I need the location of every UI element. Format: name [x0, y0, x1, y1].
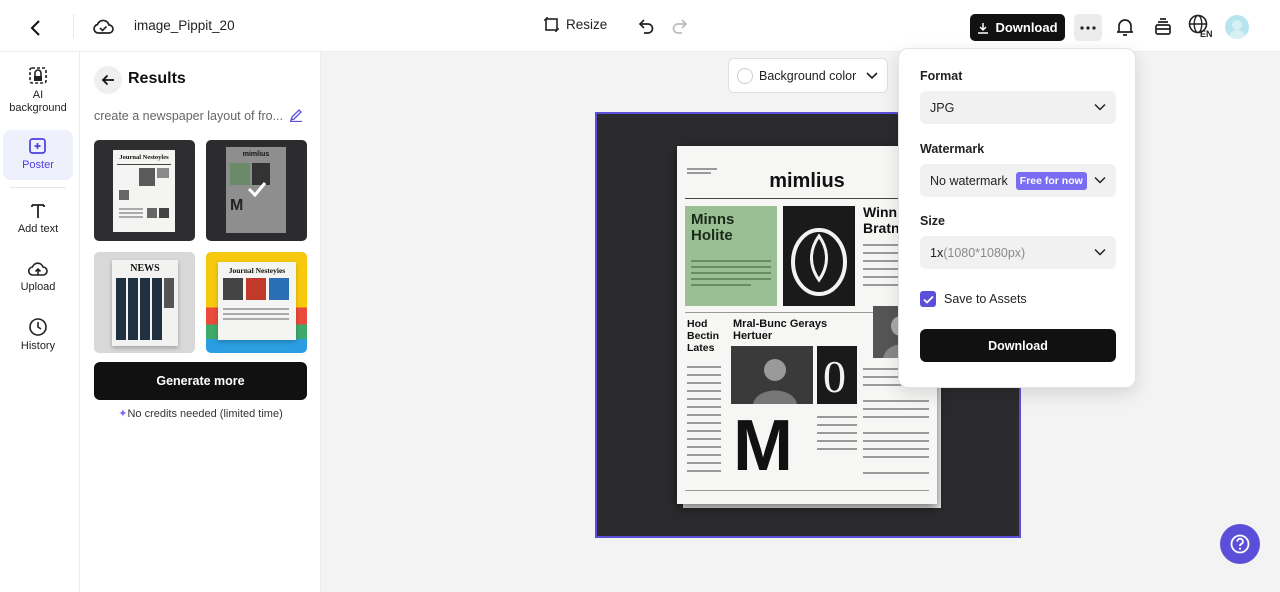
thumbnail-title: Journal Nesteyies [228, 266, 286, 275]
rail-item-poster[interactable]: Poster [3, 130, 73, 180]
rail-item-ai-background[interactable]: AI background [3, 64, 73, 120]
redo-icon [672, 19, 688, 34]
top-bar: image_Pippit_20 Resize Download EN [0, 0, 1280, 52]
newspaper-green-block: Minns Holite [685, 206, 777, 306]
newspaper-zero-block: 0 [817, 346, 857, 404]
redo-button[interactable] [670, 16, 690, 36]
newspaper-logo-block [783, 206, 855, 306]
newspaper-headline-mid: Mral-Bunc Gerays Hertuer [733, 318, 828, 342]
undo-button[interactable] [636, 16, 656, 36]
format-select[interactable]: JPG [920, 91, 1116, 124]
credits-note-text: No credits needed (limited time) [127, 408, 283, 420]
watermark-select[interactable]: No watermark Free for now [920, 164, 1116, 197]
download-icon [978, 22, 989, 34]
history-icon [29, 318, 47, 336]
pencil-icon [289, 109, 302, 123]
rail-label: Upload [20, 281, 56, 293]
chevron-down-icon [866, 72, 878, 80]
results-back-button[interactable] [94, 66, 122, 94]
ai-background-icon [29, 67, 47, 84]
more-button[interactable] [1074, 14, 1102, 41]
download-button[interactable]: Download [970, 14, 1065, 41]
thumbnail-paper: NEWS [112, 260, 178, 346]
download-label: Download [995, 20, 1058, 35]
format-label: Format [920, 69, 963, 83]
save-to-assets-checkbox[interactable] [920, 291, 936, 307]
undo-icon [638, 19, 654, 34]
thumbnail-title: Journal Nestoyles [119, 154, 169, 161]
text-icon [31, 204, 45, 218]
generate-more-button[interactable]: Generate more [94, 362, 307, 400]
language-button[interactable]: EN [1188, 14, 1216, 40]
size-select[interactable]: 1x (1080*1080px) [920, 236, 1116, 269]
newspaper-headline-green: Minns Holite [691, 211, 735, 244]
poster-icon [29, 138, 46, 154]
size-label: Size [920, 214, 946, 228]
resize-label: Resize [566, 17, 608, 32]
left-rail: AI background Poster Add text Upload His… [0, 52, 80, 592]
size-value: 1x [930, 245, 944, 260]
rail-label: AI background [9, 89, 67, 114]
thumbnail-paper: Journal Nesteyies [218, 262, 296, 340]
avatar[interactable] [1225, 15, 1249, 39]
download-options-panel: Format JPG Watermark No watermark Free f… [898, 48, 1136, 388]
rail-item-upload[interactable]: Upload [3, 260, 73, 298]
rail-label: Add text [17, 223, 59, 235]
watermark-value: No watermark [930, 173, 1008, 188]
back-button[interactable] [22, 14, 50, 42]
assets-button[interactable] [1152, 16, 1174, 38]
edit-prompt-button[interactable] [289, 108, 305, 124]
more-icon [1080, 25, 1096, 30]
thumbnail-title: mimlius [242, 151, 270, 158]
free-badge: Free for now [1015, 171, 1087, 190]
checkmark-icon [247, 182, 267, 198]
results-panel: Results create a newspaper layout of fro… [80, 52, 321, 592]
rail-item-add-text[interactable]: Add text [3, 202, 73, 240]
results-title: Results [128, 70, 186, 87]
thumbnail-title: NEWS [130, 263, 160, 274]
resize-button[interactable]: Resize [543, 16, 607, 33]
resize-icon [544, 17, 559, 32]
chevron-down-icon [1094, 248, 1106, 256]
size-dimensions: (1080*1080px) [943, 245, 1026, 260]
divider [73, 14, 74, 38]
format-value: JPG [930, 100, 955, 115]
prompt-text: create a newspaper layout of fro... [94, 109, 283, 123]
project-title[interactable]: image_Pippit_20 [134, 18, 235, 33]
help-button[interactable] [1220, 524, 1260, 564]
color-swatch-icon [737, 67, 753, 84]
rail-label: History [20, 340, 56, 352]
confirm-download-button[interactable]: Download [920, 329, 1116, 362]
question-icon [1230, 534, 1250, 554]
background-color-button[interactable]: Background color [728, 58, 888, 93]
upload-icon [28, 262, 48, 276]
rail-divider [10, 187, 66, 188]
save-to-assets-label[interactable]: Save to Assets [944, 292, 1027, 306]
credits-note: ✦No credits needed (limited time) [94, 407, 307, 420]
chevron-left-icon [30, 20, 40, 36]
newspaper-zero: 0 [823, 351, 846, 402]
notification-button[interactable] [1114, 16, 1136, 38]
bell-icon [1117, 19, 1133, 36]
newspaper-headline-left: Hod Bectin Lates [687, 318, 720, 354]
layers-icon [1155, 18, 1171, 35]
rail-item-history[interactable]: History [3, 317, 73, 355]
thumbnail-paper: Journal Nestoyles [113, 150, 175, 232]
arrow-left-icon [101, 74, 114, 86]
chevron-down-icon [1094, 176, 1106, 184]
result-thumbnail[interactable]: Journal Nestoyles [94, 140, 195, 241]
check-icon [922, 295, 934, 304]
newspaper-big-letter: M [733, 406, 793, 486]
cloud-save-icon[interactable] [90, 14, 116, 40]
rail-label: Poster [22, 159, 54, 171]
language-label: EN [1200, 29, 1213, 39]
background-color-label: Background color [759, 68, 857, 83]
canvas-area: Background color mimlius Minns Holite Wi… [321, 52, 1280, 592]
result-thumbnail[interactable]: NEWS [94, 252, 195, 353]
watermark-label: Watermark [920, 142, 985, 156]
result-thumbnail-selected[interactable]: mimlius M [206, 140, 307, 241]
newspaper-photo [731, 346, 813, 404]
chevron-down-icon [1094, 103, 1106, 111]
result-thumbnail[interactable]: Journal Nesteyies [206, 252, 307, 353]
